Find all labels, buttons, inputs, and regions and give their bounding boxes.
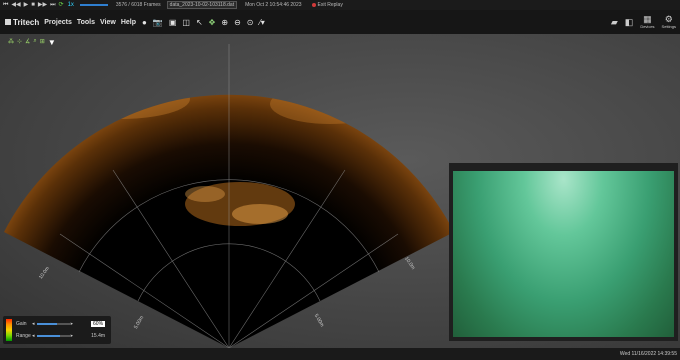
exit-replay-icon[interactable]	[311, 3, 316, 7]
menu-projects[interactable]: Projects	[44, 19, 72, 26]
measure-icon[interactable]: ⁄▾	[259, 18, 264, 27]
frames-label: Frames	[143, 2, 161, 8]
range-slider[interactable]	[36, 335, 71, 337]
pointer-icon[interactable]: ↖	[196, 18, 203, 27]
rewind-icon[interactable]: ◀◀	[11, 0, 20, 10]
recorded-time: Mon Oct 2 10:54:46 2023	[245, 2, 302, 8]
brand-name: Tritech	[13, 17, 40, 27]
file-selector[interactable]: data_2023-10-02-103118.dat	[166, 1, 238, 9]
color-scale-bar	[6, 319, 12, 341]
range-decrease-icon[interactable]: ◂	[32, 333, 35, 339]
menu-help[interactable]: Help	[121, 19, 136, 26]
step-forward-icon[interactable]: ⏭	[50, 0, 55, 10]
sonar-toolbar: ⁂ ⊹ ∡ ⌕ ⊞ ▼	[8, 38, 56, 47]
record-icon[interactable]: ●	[142, 18, 147, 27]
sonar-device-icon[interactable]: ▰	[611, 17, 618, 27]
settings-button[interactable]: ⚙ Settings	[661, 14, 676, 30]
frame-separator: /	[128, 2, 130, 8]
gain-value[interactable]: 60%	[91, 321, 106, 327]
snapshot-icon[interactable]: ◫	[182, 18, 190, 27]
grid-icon[interactable]: ⊞	[40, 38, 45, 47]
menu-view[interactable]: View	[100, 19, 116, 26]
crosshair-icon[interactable]: ⊹	[17, 38, 22, 47]
range-row: Range ◂ ▸ 15.4m	[16, 333, 105, 339]
video-icon[interactable]: ▣	[169, 18, 177, 27]
angle-icon[interactable]: ∡	[25, 38, 30, 47]
search-target-icon[interactable]: ⌕	[33, 38, 36, 47]
devices-button[interactable]: ▦ Devices	[640, 14, 655, 30]
playback-speed[interactable]: 1x	[68, 2, 74, 8]
zoom-fit-icon[interactable]: ⊙	[247, 18, 254, 27]
gain-slider[interactable]	[36, 323, 71, 325]
exit-replay-button[interactable]: Exit Replay	[318, 2, 343, 8]
status-datetime: Wed 11/16/2022 14:39:55	[619, 351, 677, 357]
frame-total: 6018	[131, 2, 143, 8]
gain-increase-icon[interactable]: ▸	[71, 321, 74, 327]
range-value: 15.4m	[91, 333, 106, 339]
move-icon[interactable]: ✥	[209, 18, 216, 27]
sonar-settings-panel: Gain ◂ ▸ 60% Range ◂ ▸ 15.4m	[3, 316, 111, 344]
stop-icon[interactable]: ■	[31, 0, 35, 10]
filter-icon[interactable]: ▼	[48, 38, 56, 47]
step-back-icon[interactable]: ⏮	[3, 0, 8, 10]
range-increase-icon[interactable]: ▸	[71, 333, 74, 339]
settings-label: Settings	[661, 24, 676, 29]
tritech-logo-icon	[5, 19, 11, 25]
playback-bar: ⏮ ◀◀ ▶ ■ ▶▶ ⏭ ⟳ 1x 3576 / 6018 Frames da…	[0, 0, 680, 10]
brand-logo: Tritech	[5, 18, 39, 27]
frame-current: 3576	[115, 2, 128, 8]
range-label: Range	[16, 333, 31, 339]
menu-bar: Tritech Projects Tools View Help ● 📷 ▣ ◫…	[0, 10, 680, 34]
zoom-out-icon[interactable]: ⊖	[234, 18, 241, 27]
frame-counter: 3576 / 6018 Frames	[116, 2, 161, 8]
loop-icon[interactable]: ⟳	[59, 0, 64, 10]
gain-decrease-icon[interactable]: ◂	[32, 321, 35, 327]
menu-right-group: ▰ ◧ ▦ Devices ⚙ Settings	[604, 10, 676, 34]
camera-panel[interactable]	[449, 163, 678, 341]
gear-icon: ⚙	[664, 14, 673, 24]
play-icon[interactable]: ▶	[24, 0, 29, 10]
camera-icon[interactable]: 📷	[153, 18, 163, 27]
camera-feed-image	[453, 171, 674, 337]
status-bar: Wed 11/16/2022 14:39:55	[0, 348, 680, 360]
menu-tools[interactable]: Tools	[77, 19, 95, 26]
scatter-icon[interactable]: ⁂	[8, 38, 14, 47]
devices-icon: ▦	[643, 14, 652, 24]
zoom-in-icon[interactable]: ⊕	[221, 18, 228, 27]
gain-label: Gain	[16, 321, 27, 327]
range-slider-fill	[36, 335, 61, 337]
gain-row: Gain ◂ ▸ 60%	[16, 321, 106, 327]
fast-forward-icon[interactable]: ▶▶	[38, 0, 47, 10]
camera-device-icon[interactable]: ◧	[625, 17, 634, 27]
gain-slider-fill	[36, 323, 57, 325]
playback-slider[interactable]	[79, 4, 108, 6]
devices-label: Devices	[640, 24, 655, 29]
